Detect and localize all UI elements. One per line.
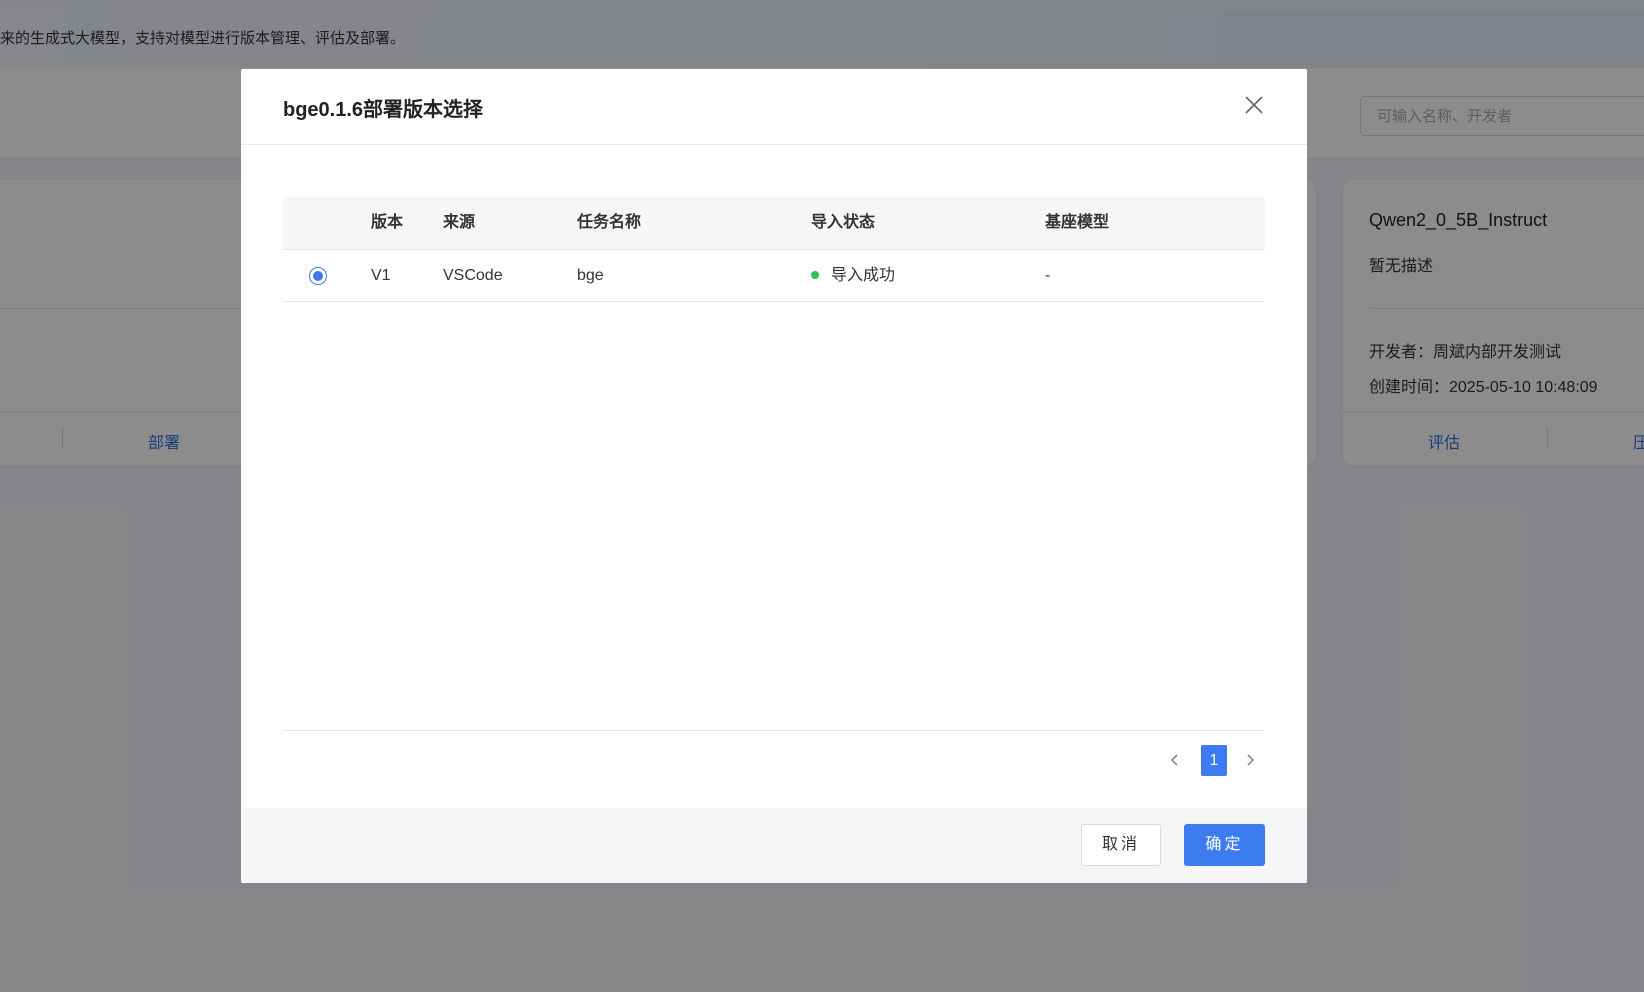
table-header: 版本 来源 任务名称 导入状态 基座模型 bbox=[283, 197, 1265, 250]
column-header-version: 版本 bbox=[371, 214, 404, 231]
column-header-base-model: 基座模型 bbox=[1045, 214, 1110, 231]
cell-task-name: bge bbox=[577, 267, 604, 284]
column-header-task-name: 任务名称 bbox=[577, 214, 642, 231]
table-row[interactable]: V1 VSCode bge 导入成功 - bbox=[283, 250, 1265, 302]
cancel-button[interactable]: 取消 bbox=[1081, 824, 1161, 866]
cell-import-status: 导入成功 bbox=[811, 250, 895, 302]
version-table: 版本 来源 任务名称 导入状态 基座模型 V1 VSCode bge 导入成功 … bbox=[283, 197, 1265, 302]
chevron-left-icon[interactable] bbox=[1165, 750, 1185, 770]
radio-checked-dot bbox=[313, 271, 323, 281]
dialog-title: bge0.1.6部署版本选择 bbox=[283, 99, 484, 121]
pagination-divider bbox=[283, 730, 1265, 731]
success-status-dot bbox=[811, 270, 819, 279]
status-text: 导入成功 bbox=[831, 267, 896, 284]
column-header-import-status: 导入状态 bbox=[811, 214, 876, 231]
cell-version: V1 bbox=[371, 267, 391, 284]
page-number-button[interactable]: 1 bbox=[1201, 745, 1227, 776]
close-icon[interactable] bbox=[1243, 94, 1265, 116]
chevron-right-icon[interactable] bbox=[1240, 750, 1260, 770]
dialog-footer: 取消 确定 bbox=[241, 808, 1307, 883]
row-select-radio[interactable] bbox=[309, 267, 327, 285]
column-header-source: 来源 bbox=[443, 214, 476, 231]
dialog-header: bge0.1.6部署版本选择 bbox=[241, 69, 1307, 145]
cell-source: VSCode bbox=[443, 267, 503, 284]
deploy-version-dialog: bge0.1.6部署版本选择 版本 来源 任务名称 导入状态 基座模型 V1 V… bbox=[241, 69, 1307, 883]
confirm-button[interactable]: 确定 bbox=[1184, 824, 1265, 866]
cell-base-model: - bbox=[1045, 267, 1051, 284]
